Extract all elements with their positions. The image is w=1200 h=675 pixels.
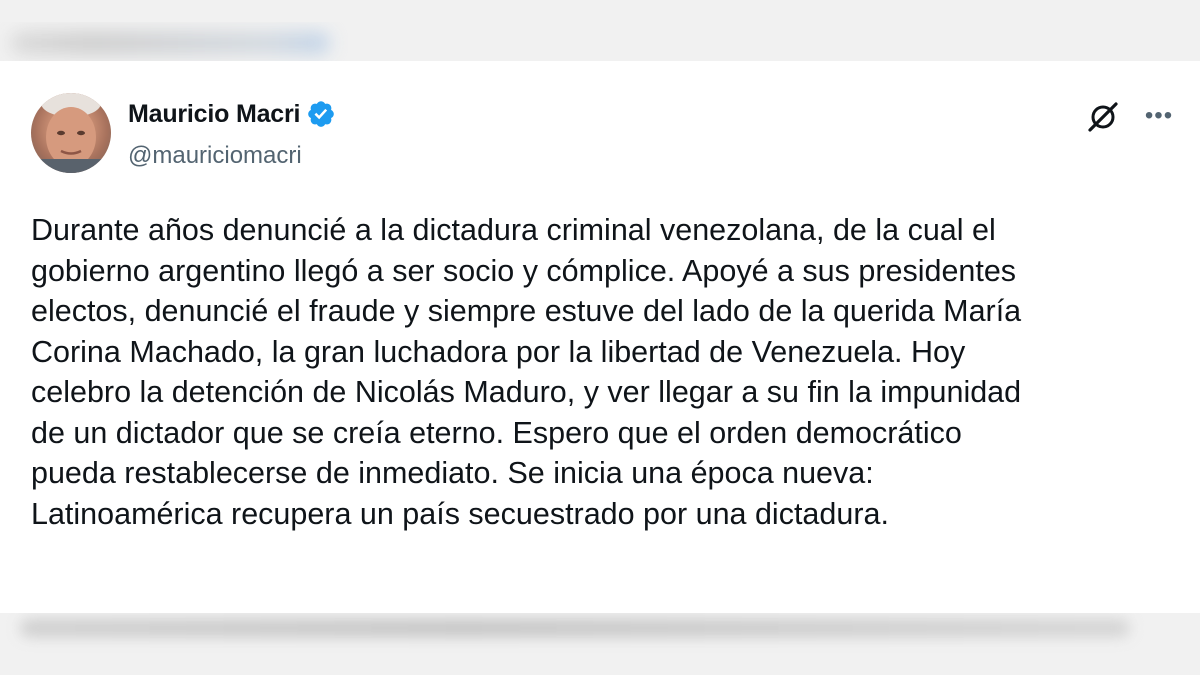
avatar[interactable] [31, 93, 111, 173]
author-handle[interactable]: @mauriciomacri [128, 142, 302, 170]
tweet-card[interactable]: Mauricio Macri @mauriciomacri ••• Durant… [0, 61, 1200, 613]
blurred-text-smear [20, 619, 1130, 637]
tweet-text: Durante años denuncié a la dictadura cri… [31, 213, 1022, 531]
avatar-portrait [31, 93, 111, 173]
author-name[interactable]: Mauricio Macri [128, 100, 300, 129]
blurred-text-smear [10, 32, 330, 54]
author-name-row: Mauricio Macri [128, 99, 336, 129]
more-icon[interactable]: ••• [1142, 103, 1176, 129]
blurred-next-content [0, 613, 1200, 675]
blurred-previous-content [0, 22, 1200, 62]
verified-badge-icon[interactable] [306, 99, 336, 129]
grok-icon[interactable] [1086, 100, 1120, 134]
